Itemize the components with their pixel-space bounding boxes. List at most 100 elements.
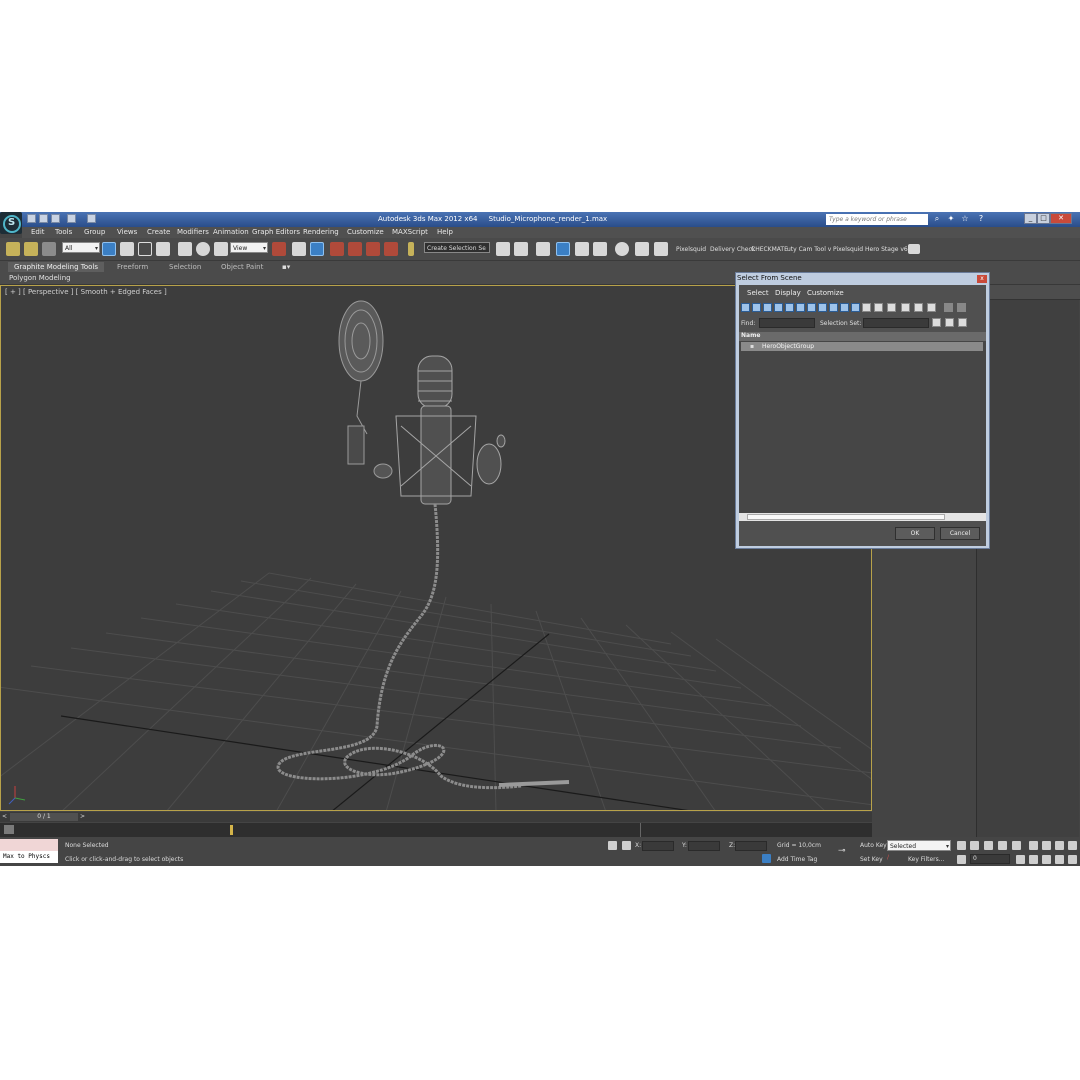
render-frame-icon[interactable] (654, 242, 668, 256)
menu-views[interactable]: Views (117, 228, 137, 236)
dialog-close-button[interactable]: x (977, 275, 987, 283)
maxscript-listener-box[interactable] (0, 839, 58, 851)
selection-filter-dropdown[interactable]: All (62, 242, 100, 254)
filter-icon[interactable] (944, 303, 953, 312)
menu-maxscript[interactable]: MAXScript (392, 228, 428, 236)
zoom-all-icon[interactable] (1042, 841, 1051, 850)
advanced-filter-icon[interactable] (957, 303, 966, 312)
binoculars-icon[interactable]: ⌕ (932, 214, 942, 224)
unlink-icon[interactable] (24, 242, 38, 256)
select-manipulate-icon[interactable] (292, 242, 306, 256)
time-slider[interactable]: < 0 / 1 > (0, 812, 872, 822)
list-column-header[interactable]: Name (739, 332, 986, 341)
zoom-icon[interactable] (1029, 841, 1038, 850)
display-lights-icon[interactable] (763, 303, 772, 312)
open-file-icon[interactable] (39, 214, 48, 223)
select-invert-icon[interactable] (914, 303, 923, 312)
pivot-center-icon[interactable] (272, 242, 286, 256)
time-configuration-icon[interactable] (1016, 855, 1025, 864)
go-to-start-icon[interactable] (957, 841, 966, 850)
key-mode-dropdown[interactable]: Selected (887, 840, 951, 852)
maxscript-mini-listener[interactable]: Max to Physcs (0, 851, 58, 863)
close-button[interactable]: ✕ (1050, 213, 1072, 224)
maximize-viewport-icon[interactable] (1068, 855, 1077, 864)
select-and-scale-icon[interactable] (214, 242, 228, 256)
reference-coordinate-dropdown[interactable]: View (230, 242, 268, 254)
display-frozen-icon[interactable] (851, 303, 860, 312)
undo-icon[interactable] (67, 214, 76, 223)
plugin-pixelsquid-2[interactable]: Pixelsquid (833, 246, 863, 253)
new-file-icon[interactable] (27, 214, 36, 223)
zoom-extents-all-icon[interactable] (1068, 841, 1077, 850)
maximize-button[interactable]: □ (1037, 213, 1050, 224)
material-editor-icon[interactable] (615, 242, 629, 256)
teapot-icon[interactable] (908, 244, 920, 254)
key-icon[interactable]: ⊸ (838, 846, 846, 856)
set-key-button[interactable]: Set Key (860, 856, 883, 863)
tab-freeform[interactable]: Freeform (117, 263, 148, 271)
mini-curve-editor-icon[interactable] (4, 825, 14, 834)
schematic-view-icon[interactable] (593, 242, 607, 256)
orbit-icon[interactable] (1055, 855, 1064, 864)
select-and-link-icon[interactable] (6, 242, 20, 256)
mirror-icon[interactable] (496, 242, 510, 256)
x-coordinate-field[interactable] (642, 841, 674, 851)
frame-counter[interactable]: 0 / 1 (10, 813, 78, 821)
key-mode-toggle-icon[interactable] (957, 855, 966, 864)
display-containers-icon[interactable] (840, 303, 849, 312)
display-shapes-icon[interactable] (752, 303, 761, 312)
pan-view-icon[interactable] (1042, 855, 1051, 864)
layer-manager-icon[interactable] (536, 242, 550, 256)
favorites-icon[interactable]: ☆ (960, 214, 970, 224)
horizontal-scrollbar[interactable] (739, 513, 986, 521)
time-prev-arrow[interactable]: < (2, 813, 7, 820)
dialog-menu-select[interactable]: Select (747, 289, 769, 297)
menu-customize[interactable]: Customize (347, 228, 384, 236)
plugin-hero-stage[interactable]: Hero Stage v6 (865, 246, 908, 253)
dialog-menu-display[interactable]: Display (775, 289, 801, 297)
display-xrefs-icon[interactable] (818, 303, 827, 312)
keyboard-shortcut-override-icon[interactable] (310, 242, 324, 256)
select-all-icon[interactable] (901, 303, 910, 312)
display-geometry-icon[interactable] (741, 303, 750, 312)
selection-lock-icon[interactable] (608, 841, 617, 850)
add-selection-set-icon[interactable] (932, 318, 941, 327)
object-list[interactable]: ▪ HeroObjectGroup (739, 341, 986, 513)
set-key-icon[interactable]: ∕ (887, 854, 889, 861)
tab-graphite-modeling-tools[interactable]: Graphite Modeling Tools (8, 262, 105, 272)
z-coordinate-field[interactable] (735, 841, 767, 851)
dialog-menu-customize[interactable]: Customize (807, 289, 844, 297)
display-bones-icon[interactable] (829, 303, 838, 312)
percent-snap-icon[interactable] (366, 242, 380, 256)
window-crossing-icon[interactable] (156, 242, 170, 256)
auto-key-button[interactable]: Auto Key (860, 842, 887, 849)
selection-set-dropdown[interactable] (863, 318, 929, 328)
y-coordinate-field[interactable] (688, 841, 720, 851)
plugin-pixelsquid-1[interactable]: Pixelsquid (676, 246, 706, 253)
display-cameras-icon[interactable] (774, 303, 783, 312)
communication-center-icon[interactable]: ✦ (946, 214, 956, 224)
previous-frame-icon[interactable] (970, 841, 979, 850)
display-all-icon[interactable] (874, 303, 883, 312)
help-icon[interactable]: ? (976, 214, 986, 224)
find-input[interactable] (759, 318, 815, 328)
time-next-arrow[interactable]: > (80, 813, 85, 820)
list-item[interactable]: ▪ HeroObjectGroup (741, 342, 983, 351)
time-tag-icon[interactable] (762, 854, 771, 863)
menu-group[interactable]: Group (84, 228, 105, 236)
command-panel-rollouts[interactable] (976, 300, 1079, 840)
display-space-warps-icon[interactable] (796, 303, 805, 312)
add-time-tag[interactable]: Add Time Tag (777, 856, 817, 863)
plugin-delivery-check[interactable]: Delivery Check (710, 246, 755, 253)
select-and-move-icon[interactable] (178, 242, 192, 256)
track-bar[interactable] (0, 823, 872, 837)
display-helpers-icon[interactable] (785, 303, 794, 312)
graphite-toggle-icon[interactable] (556, 242, 570, 256)
next-frame-icon[interactable] (998, 841, 1007, 850)
minimize-button[interactable]: _ (1024, 213, 1037, 224)
zoom-extents-icon[interactable] (1055, 841, 1064, 850)
menu-tools[interactable]: Tools (55, 228, 72, 236)
select-none-icon[interactable] (887, 303, 896, 312)
select-object-icon[interactable] (102, 242, 116, 256)
select-and-rotate-icon[interactable] (196, 242, 210, 256)
